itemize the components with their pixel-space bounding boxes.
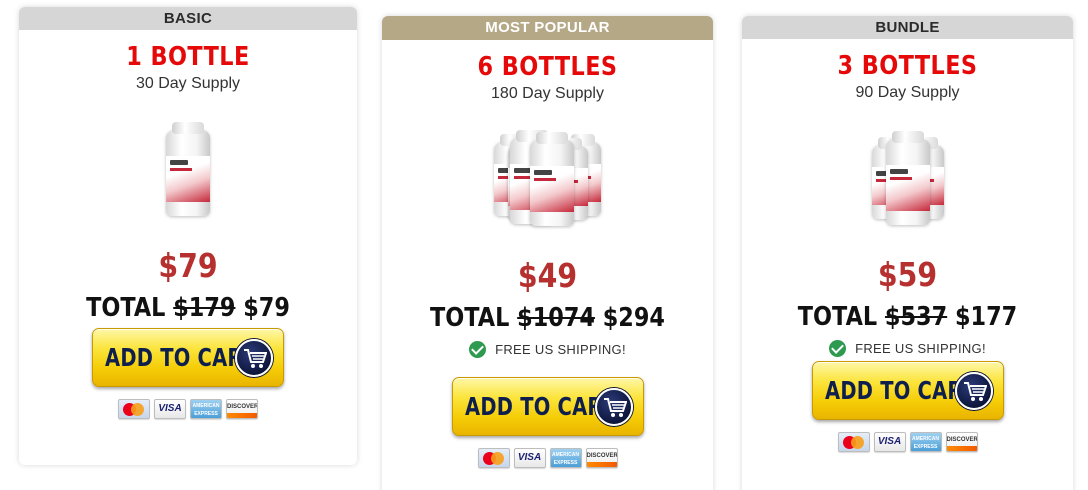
old-total: $537 bbox=[884, 302, 948, 332]
offer-supply: 180 Day Supply bbox=[491, 85, 604, 102]
cart-icon bbox=[594, 388, 633, 426]
cart-icon bbox=[235, 339, 273, 377]
offer-total: TOTAL $537 $177 bbox=[765, 301, 1050, 333]
offer-quantity: 3 BOTTLES bbox=[837, 51, 978, 81]
payment-methods: VISA AMERICAN EXPRESS DISCOVER bbox=[382, 448, 713, 468]
mastercard-icon bbox=[477, 448, 510, 468]
product-image bbox=[19, 116, 357, 216]
offer-total: TOTAL $179 $79 bbox=[43, 292, 334, 324]
discover-icon: DISCOVER bbox=[226, 399, 258, 419]
new-total: $177 bbox=[954, 302, 1018, 332]
new-total: $294 bbox=[602, 303, 665, 333]
visa-icon: VISA bbox=[873, 432, 906, 452]
offer-header: MOST POPULAR bbox=[382, 16, 713, 40]
bottle-image bbox=[530, 132, 574, 226]
new-total: $79 bbox=[243, 293, 290, 323]
offer-price: $49 bbox=[517, 256, 578, 295]
shipping-note: FREE US SHIPPING! bbox=[382, 340, 713, 358]
visa-icon: VISA bbox=[154, 399, 186, 419]
discover-icon: DISCOVER bbox=[585, 448, 618, 468]
old-total: $179 bbox=[173, 293, 236, 323]
add-to-cart-label: ADD TO CART bbox=[464, 392, 615, 421]
payment-methods: VISA AMERICAN EXPRESS DISCOVER bbox=[742, 432, 1073, 452]
offer-quantity: 1 BOTTLE bbox=[126, 42, 250, 72]
bottle-image bbox=[886, 131, 930, 225]
old-total: $1074 bbox=[517, 303, 595, 333]
cart-icon bbox=[954, 372, 993, 410]
add-to-cart-button[interactable]: ADD TO CART bbox=[92, 328, 284, 387]
mastercard-icon bbox=[837, 432, 870, 452]
product-image bbox=[382, 126, 713, 226]
bottle-image bbox=[166, 122, 210, 216]
add-to-cart-button[interactable]: ADD TO CART bbox=[451, 377, 644, 436]
total-label: TOTAL bbox=[797, 302, 878, 332]
total-label: TOTAL bbox=[430, 303, 510, 333]
offer-quantity: 6 BOTTLES bbox=[477, 52, 618, 82]
check-icon bbox=[469, 340, 487, 358]
offer-supply: 30 Day Supply bbox=[135, 75, 241, 92]
american-express-icon: AMERICAN EXPRESS bbox=[190, 399, 222, 419]
add-to-cart-label: ADD TO CART bbox=[824, 376, 975, 405]
offer-card-basic: BASIC 1 BOTTLE 30 Day Supply $79 TOTAL $… bbox=[19, 7, 357, 465]
shipping-note: FREE US SHIPPING! bbox=[742, 339, 1073, 357]
product-image bbox=[742, 125, 1073, 225]
offer-price: $59 bbox=[877, 255, 938, 294]
add-to-cart-button[interactable]: ADD TO CART bbox=[811, 361, 1004, 420]
total-label: TOTAL bbox=[86, 293, 166, 323]
add-to-cart-label: ADD TO CART bbox=[105, 343, 256, 372]
shipping-text: FREE US SHIPPING! bbox=[495, 341, 626, 357]
american-express-icon: AMERICAN EXPRESS bbox=[909, 432, 942, 452]
discover-icon: DISCOVER bbox=[945, 432, 978, 452]
american-express-icon: AMERICAN EXPRESS bbox=[549, 448, 582, 468]
offer-supply: 90 Day Supply bbox=[855, 84, 960, 101]
offer-price: $79 bbox=[158, 246, 218, 285]
mastercard-icon bbox=[118, 399, 150, 419]
visa-icon: VISA bbox=[513, 448, 546, 468]
offer-card-bundle: BUNDLE 3 BOTTLES 90 Day Supply $59 TOTAL… bbox=[742, 16, 1073, 490]
offer-header: BUNDLE bbox=[742, 16, 1073, 39]
offer-card-most-popular: MOST POPULAR 6 BOTTLES 180 Day Supply $4… bbox=[382, 16, 713, 490]
payment-methods: VISA AMERICAN EXPRESS DISCOVER bbox=[19, 399, 357, 419]
offer-header: BASIC bbox=[19, 7, 357, 30]
offer-total: TOTAL $1074 $294 bbox=[405, 302, 690, 334]
check-icon bbox=[829, 339, 847, 357]
shipping-text: FREE US SHIPPING! bbox=[855, 340, 986, 356]
